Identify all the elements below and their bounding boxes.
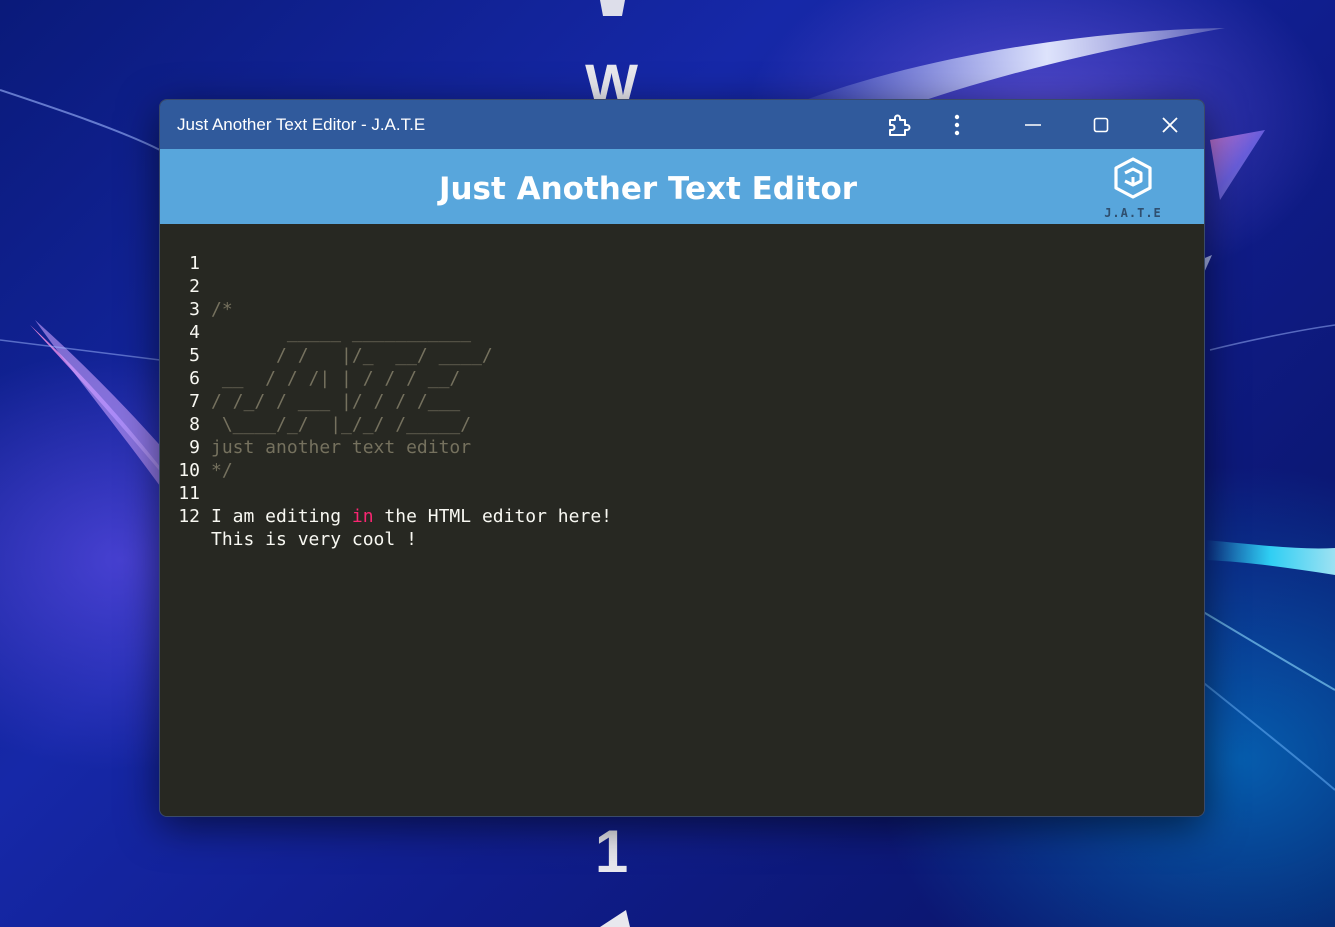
maximize-button[interactable] (1078, 100, 1124, 149)
minimize-icon (1025, 123, 1041, 126)
editor-line: 10 (160, 436, 1204, 481)
code-editor[interactable]: 1 2 /* 3 _____ ___________ 4 / / |/_ __/… (160, 224, 1204, 816)
window-title: Just Another Text Editor - J.A.T.E (177, 115, 426, 134)
editor-line: 7 \____/_/ |_/_/ /_____/ (160, 367, 1204, 435)
editor-line: 8 just another text editor (160, 390, 1204, 458)
close-button[interactable] (1147, 100, 1193, 149)
maximize-icon (1093, 117, 1109, 132)
editor-line: 12 This is very cool ! (160, 482, 1204, 550)
app-window: Just Another Text Editor - J.A.T.E Just … (159, 99, 1205, 817)
editor-line: 11 I am editing in the HTML editor here! (160, 459, 1204, 527)
title-bar[interactable]: Just Another Text Editor - J.A.T.E (160, 100, 1204, 149)
app-header: Just Another Text Editor J.A.T.E (160, 149, 1204, 224)
line-text: This is very cool ! (211, 529, 417, 550)
puzzle-icon (889, 114, 911, 136)
editor-line: 1 (160, 229, 1204, 274)
line-text: I am editing in the HTML editor here! (211, 505, 612, 528)
line-text-segment: I am editing (211, 506, 352, 527)
close-icon (1162, 116, 1178, 133)
wallpaper-letter-1: 1 (594, 818, 629, 885)
more-vertical-icon (954, 114, 960, 135)
editor-line: 3 _____ ___________ (160, 275, 1204, 343)
page-title: Just Another Text Editor (438, 171, 858, 207)
minimize-button[interactable] (1010, 100, 1056, 149)
extensions-button[interactable] (876, 100, 922, 149)
editor-line: 5 __ / / /| | / / / __/ (160, 321, 1204, 389)
editor-line: 4 / / |/_ __/ ____/ (160, 298, 1204, 366)
jate-logo-icon (1114, 157, 1152, 199)
line-text-segment: the HTML editor here! (373, 506, 612, 527)
editor-line: 2 /* (160, 252, 1204, 320)
more-menu-button[interactable] (934, 100, 980, 149)
app-logo: J.A.T.E (1098, 155, 1168, 221)
editor-line: 9 */ (160, 413, 1204, 481)
editor-line: 6 / /_/ / ___ |/ / / /___ (160, 344, 1204, 412)
line-number: 12 (178, 506, 200, 527)
logo-text: J.A.T.E (1104, 206, 1162, 220)
keyword-token: in (351, 506, 374, 527)
